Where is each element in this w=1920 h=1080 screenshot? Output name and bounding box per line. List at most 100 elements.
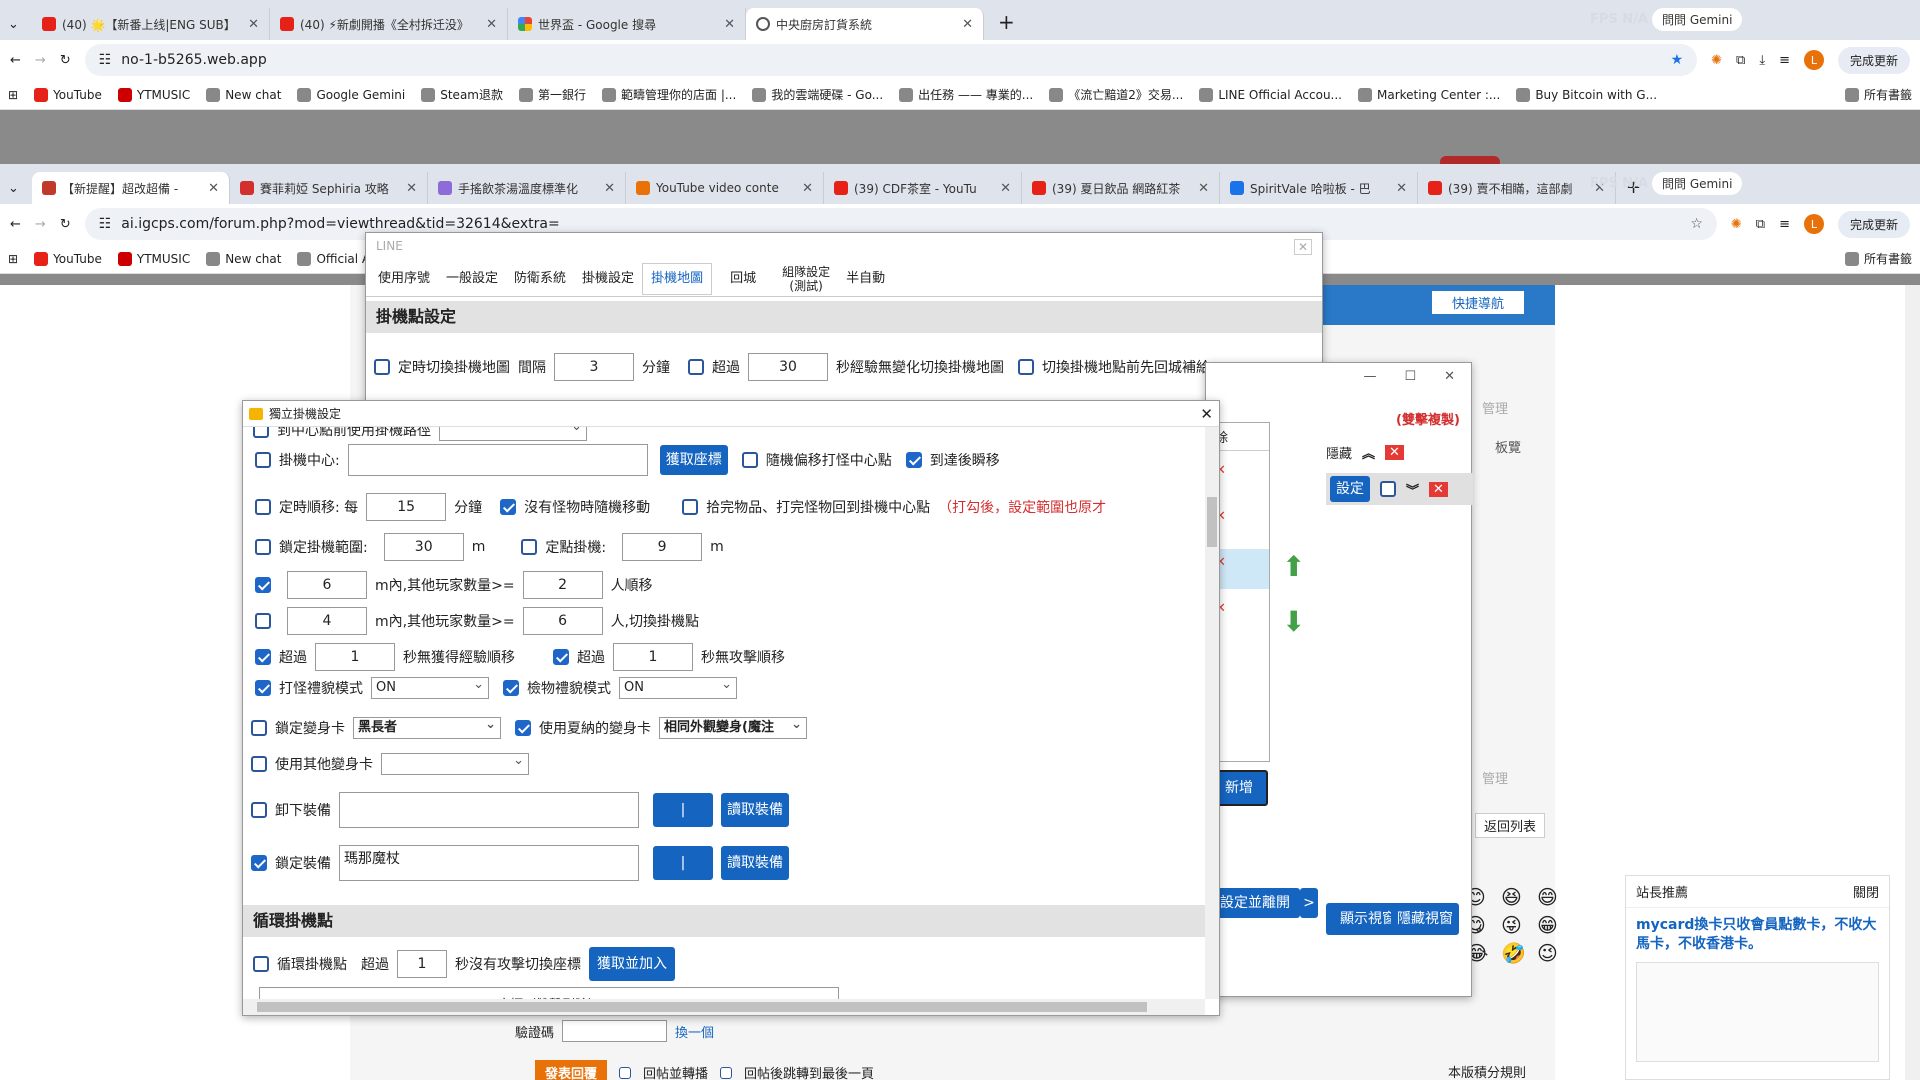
appearance-select[interactable]: 相同外觀變身(魔注	[659, 717, 807, 739]
browser-tab[interactable]: 手搖飲茶湯溫度標準化 ✕	[428, 172, 626, 204]
tab-search-icon[interactable]: ⌄	[8, 17, 32, 32]
line-tab[interactable]: 半自動	[838, 264, 893, 294]
checkbox[interactable]	[255, 452, 271, 468]
player-count-input[interactable]: 6	[522, 607, 603, 635]
distance-input[interactable]: 6	[287, 571, 367, 599]
browser-tab[interactable]: (39) 賣不相瞞，這部劇 ✕	[1418, 172, 1616, 204]
loop-seconds-input[interactable]: 1	[397, 950, 447, 978]
line-tab[interactable]: 防衛系統	[506, 264, 574, 294]
confirm-exit-button[interactable]: 設定並離開	[1210, 888, 1300, 918]
manage-label[interactable]: 管理	[1482, 768, 1508, 787]
close-icon[interactable]: ✕	[1200, 405, 1213, 423]
checkbox[interactable]	[255, 613, 271, 629]
browser-tab[interactable]: (39) 夏日飲品 網路紅茶 ✕	[1022, 172, 1220, 204]
bookmark-item[interactable]: New chat	[206, 87, 281, 102]
seconds-input[interactable]: 30	[748, 353, 828, 381]
line-tab[interactable]: 掛機地圖	[642, 262, 713, 295]
checkbox[interactable]	[503, 680, 519, 696]
read-equip-button[interactable]: 讀取裝備	[721, 793, 789, 827]
checkbox[interactable]	[253, 427, 269, 438]
interval-input[interactable]: 3	[554, 353, 634, 381]
checkbox[interactable]	[619, 1066, 632, 1079]
browser-tab[interactable]: (39) CDF茶室 - YouTu ✕	[824, 172, 1022, 204]
scroll-thumb[interactable]	[1207, 497, 1217, 547]
bookmark-item[interactable]: YTMUSIC	[117, 251, 190, 266]
update-button[interactable]: 完成更新	[1837, 210, 1910, 238]
range-input[interactable]: 30	[383, 533, 464, 561]
close-icon[interactable]: ✕	[1385, 445, 1404, 460]
new-tab-button[interactable]: +	[998, 10, 1015, 34]
arrow-up-icon[interactable]: ⬆	[1282, 550, 1305, 583]
close-icon[interactable]: ✕	[208, 181, 219, 196]
gemini-button[interactable]: 問問 Gemini	[1652, 172, 1743, 195]
line-tab[interactable]: 回城	[712, 264, 774, 294]
verify-input[interactable]	[562, 1020, 668, 1042]
back-icon[interactable]: ←	[10, 217, 21, 232]
star-icon[interactable]: ★	[1671, 52, 1684, 68]
close-icon[interactable]: ✕	[604, 181, 615, 196]
close-icon[interactable]: ✕	[486, 17, 497, 32]
read-equip-button[interactable]: 讀取裝備	[721, 846, 789, 880]
interval-input[interactable]: 15	[366, 493, 447, 521]
bookmark-item[interactable]: 出任務 —— 專業的...	[899, 86, 1033, 103]
gemini-button[interactable]: 問問 Gemini	[1652, 8, 1743, 31]
bookmark-item[interactable]: 第一銀行	[518, 86, 586, 103]
extension-icon[interactable]: ✺	[1711, 53, 1722, 68]
forward-icon[interactable]: →	[35, 217, 46, 232]
player-count-input[interactable]: 2	[522, 571, 603, 599]
recommend-link[interactable]: mycard換卡只收會員點數卡，不收大馬卡，不收香港卡。	[1626, 908, 1889, 962]
bookmark-item[interactable]: Buy Bitcoin with G...	[1516, 87, 1657, 102]
checkbox[interactable]	[688, 359, 704, 375]
line-tab[interactable]: 掛機設定	[574, 264, 642, 294]
emoji-icon[interactable]: 😆	[1501, 885, 1533, 909]
horizontal-scrollbar[interactable]	[243, 999, 1205, 1015]
checkbox[interactable]	[255, 499, 271, 515]
apps-icon[interactable]: ⊞	[8, 252, 18, 266]
browser-tab[interactable]: (40) 🌟【新番上线|ENG SUB】 ✕	[32, 8, 270, 40]
transform-card-select[interactable]: 黑長者	[353, 715, 501, 739]
checkbox[interactable]	[741, 452, 758, 468]
checkbox[interactable]	[682, 499, 699, 515]
checkbox[interactable]	[1018, 359, 1034, 375]
close-icon[interactable]: ✕	[1293, 239, 1312, 255]
checkbox[interactable]	[553, 649, 569, 665]
lock-equip-input[interactable]: 瑪那魔杖	[339, 845, 639, 881]
checkbox[interactable]	[500, 499, 517, 515]
forward-icon[interactable]: →	[35, 53, 46, 68]
exp-seconds-input[interactable]: 1	[315, 643, 395, 671]
checkbox[interactable]	[1380, 481, 1396, 497]
checkbox[interactable]	[251, 720, 267, 736]
polite-mode-select[interactable]: ON	[371, 675, 489, 699]
other-card-select[interactable]	[381, 751, 529, 775]
bookmark-item[interactable]: YTMUSIC	[117, 87, 190, 102]
board-label[interactable]: 板覽	[1495, 437, 1521, 456]
close-icon[interactable]: ✕	[248, 17, 259, 32]
download-icon[interactable]: ⤓	[1759, 53, 1765, 68]
arrow-down-icon[interactable]: ⬇	[1282, 605, 1305, 638]
checkbox[interactable]	[251, 756, 267, 772]
line-tab[interactable]: 使用序號	[370, 264, 438, 294]
separator-button[interactable]: |	[653, 793, 713, 827]
fixed-point-input[interactable]: 9	[622, 533, 703, 561]
distance-input[interactable]: 4	[287, 607, 367, 635]
browser-tab[interactable]: SpiritVale 哈啦板 - 巴 ✕	[1220, 172, 1418, 204]
emoji-icon[interactable]: 🤣	[1501, 941, 1533, 965]
get-and-add-button[interactable]: 獲取並加入	[589, 947, 675, 981]
reload-icon[interactable]: ↻	[60, 217, 71, 232]
bookmark-item[interactable]: Google Gemini	[297, 87, 405, 102]
apps-icon[interactable]: ⊞	[8, 88, 18, 102]
puzzle-icon[interactable]: ⧉	[1736, 53, 1745, 68]
reload-icon[interactable]: ↻	[60, 53, 71, 68]
rules-link[interactable]: 本版積分規則	[1448, 1062, 1526, 1080]
emoji-icon[interactable]: 😜	[1501, 913, 1533, 937]
checkbox[interactable]	[255, 577, 271, 593]
checkbox[interactable]	[255, 539, 271, 555]
browser-tab-active[interactable]: 中央廚房訂貨系統 ✕	[746, 8, 984, 40]
address-bar[interactable]: ☷ no-1-b5265.web.app ★	[84, 44, 1698, 76]
get-coords-button[interactable]: 獲取座標	[659, 445, 728, 475]
avatar[interactable]: L	[1803, 214, 1824, 234]
checkbox[interactable]	[521, 539, 538, 555]
chevron-up-icon[interactable]: ︽	[1362, 443, 1375, 462]
page-scrollbar[interactable]	[1905, 285, 1920, 1080]
recommend-thumbnail[interactable]	[1636, 962, 1879, 1062]
